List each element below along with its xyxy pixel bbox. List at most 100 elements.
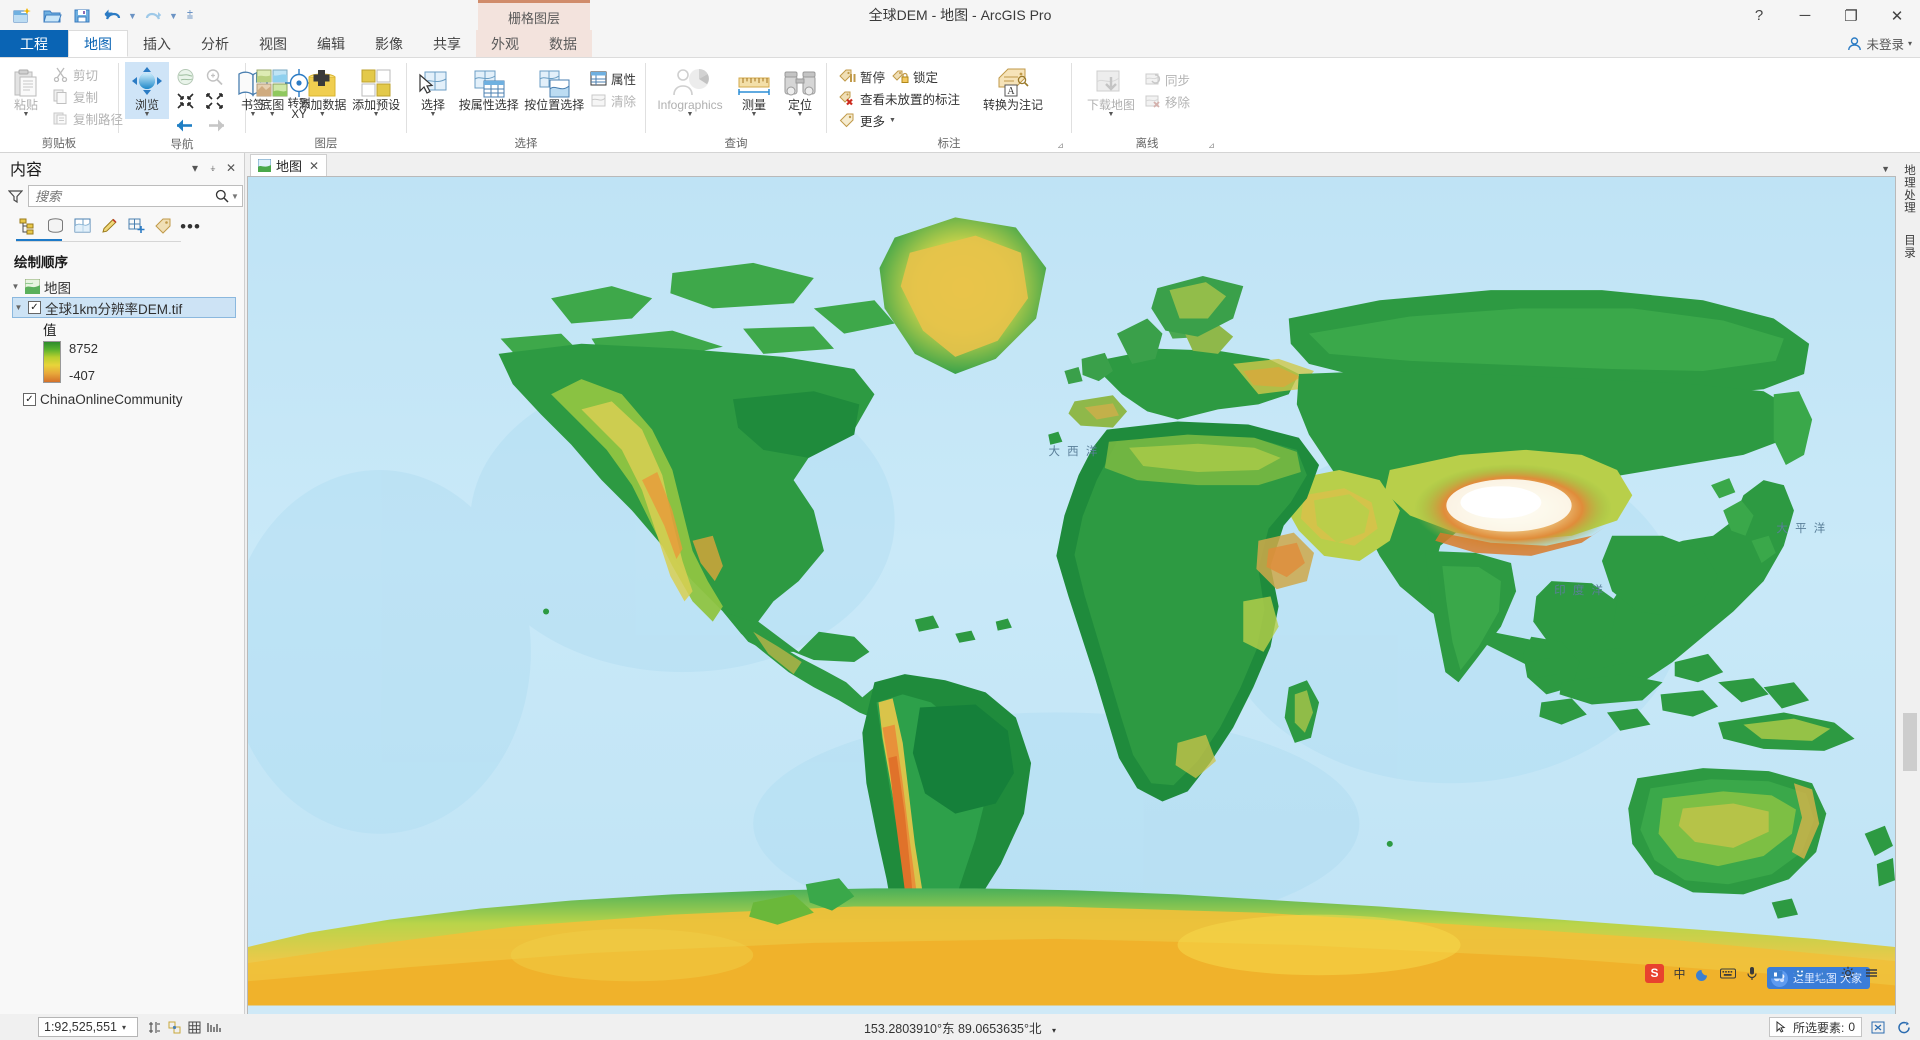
more-labeling-button[interactable]: 更多 ▼ [837,110,965,131]
snapping-icon[interactable] [166,1017,183,1037]
transform-icon[interactable] [206,1017,223,1037]
locate-caret-icon[interactable]: ▼ [797,111,804,119]
infographics-caret-icon[interactable]: ▼ [687,111,694,119]
minimize-button[interactable]: ─ [1782,0,1828,31]
next-extent-icon[interactable] [201,113,229,137]
help-button[interactable]: ? [1736,0,1782,31]
tab-share[interactable]: 共享 [418,30,476,57]
list-by-labeling-icon[interactable] [151,214,176,238]
grid-icon[interactable] [186,1017,203,1037]
select-caret-icon[interactable]: ▼ [430,111,437,119]
tab-data[interactable]: 数据 [534,30,592,57]
list-by-editing-icon[interactable] [97,214,122,238]
search-icon[interactable] [213,189,231,203]
tab-view[interactable]: 视图 [244,30,302,57]
locate-button[interactable]: 定位 ▼ [778,62,822,119]
filter-icon[interactable] [8,189,23,204]
dem-visibility-checkbox[interactable]: ✓ [28,301,41,314]
add-preset-caret-icon[interactable]: ▼ [373,111,380,119]
list-by-drawing-order-icon[interactable] [16,214,41,238]
menu-icon[interactable] [1863,967,1880,979]
basemap-caret-icon[interactable]: ▼ [269,111,276,119]
dem-expand-arrow-icon[interactable]: ▼ [13,303,24,312]
toc-layer-dem[interactable]: ▼ ✓ 全球1km分辨率DEM.tif [12,297,236,318]
select-icon[interactable] [146,1017,163,1037]
sogou-ime-icon[interactable]: S [1645,963,1664,983]
zoom-to-selection-icon[interactable] [201,65,229,89]
emoji-icon[interactable] [1791,966,1808,980]
copy-button[interactable]: 复制 [50,86,128,107]
tab-analysis[interactable]: 分析 [186,30,244,57]
map-view[interactable]: 大 西 洋 印 度 洋 大 平 洋 这里地图 大家 [247,176,1896,1014]
convert-to-annotation-button[interactable]: A 转换为注记 [979,62,1047,112]
redo-dropdown-icon[interactable]: ▼ [169,4,178,28]
search-options-caret-icon[interactable]: ▼ [231,192,239,201]
search-input[interactable] [35,188,213,204]
infographics-button[interactable]: Infographics ▼ [650,62,730,119]
moon-icon[interactable] [1695,966,1712,981]
add-data-caret-icon[interactable]: ▼ [319,111,326,119]
list-by-snapping-icon[interactable] [124,214,149,238]
tab-appearance[interactable]: 外观 [476,30,534,57]
clear-selection-icon[interactable] [1868,1017,1888,1037]
full-extent-icon[interactable] [172,65,200,89]
tab-edit[interactable]: 编辑 [302,30,360,57]
right-tab-geoprocessing[interactable]: 地理处理 [1899,161,1919,217]
clear-selection-button[interactable]: 清除 [588,90,641,111]
toc-layer-china-online[interactable]: ✓ ChinaOnlineCommunity [12,389,240,410]
maximize-button[interactable]: ❐ [1828,0,1874,31]
measure-caret-icon[interactable]: ▼ [751,111,758,119]
map-coordinates-caret-icon[interactable]: ▾ [1045,1026,1056,1035]
tab-project[interactable]: 工程 [0,30,68,57]
select-by-location-button[interactable]: 按位置选择 [522,62,585,112]
toolbox-icon[interactable] [1767,967,1784,980]
map-scale-control[interactable]: 1:92,525,551 ▾ [38,1017,138,1037]
pane-close-icon[interactable]: ✕ [222,158,240,178]
add-data-button[interactable]: 添加数据 ▼ [296,62,348,119]
ime-mode-label[interactable]: 中 [1671,965,1688,982]
remove-offline-button[interactable]: 移除 [1142,91,1195,112]
explore-button[interactable]: 浏览 ▼ [125,62,169,119]
map-vertical-scrollbar[interactable] [1903,713,1917,771]
download-map-button[interactable]: 下载地图 ▼ [1082,62,1140,119]
fixed-zoom-out-icon[interactable] [201,89,229,113]
china-online-visibility-checkbox[interactable]: ✓ [23,393,36,406]
tab-imagery[interactable]: 影像 [360,30,418,57]
lock-labeling-button[interactable]: 锁定 [890,66,943,87]
pane-menu-icon[interactable]: ▾ [186,158,204,178]
redo-icon[interactable] [139,4,167,28]
explore-caret-icon[interactable]: ▼ [144,111,151,119]
mic-icon[interactable] [1743,966,1760,981]
paste-button[interactable]: 粘贴 ▼ [4,62,48,119]
pause-labeling-button[interactable]: 暂停 [837,66,890,87]
measure-button[interactable]: 测量 ▼ [732,62,776,119]
open-project-icon[interactable] [38,4,66,28]
refresh-icon[interactable] [1894,1017,1914,1037]
view-tab-close-icon[interactable]: ✕ [309,159,319,173]
account-caret-icon[interactable]: ▾ [1908,39,1912,48]
attribute-table-button[interactable]: 属性 [588,68,641,89]
save-project-icon[interactable] [68,4,96,28]
right-tab-catalog[interactable]: 目录 [1899,231,1919,262]
basemap-button[interactable]: 底图 ▼ [250,62,294,119]
labeling-dialog-launcher-icon[interactable]: ⊿ [1056,138,1065,150]
cut-button[interactable]: 剪切 [50,64,128,85]
fixed-zoom-in-icon[interactable] [172,89,200,113]
paste-caret-icon[interactable]: ▼ [23,111,30,119]
previous-extent-icon[interactable] [171,113,199,137]
select-by-attributes-button[interactable]: 按属性选择 [457,62,520,112]
pane-pin-icon[interactable]: ⍖ [204,158,222,178]
settings-icon[interactable] [1839,966,1856,980]
view-unplaced-labels-button[interactable]: 查看未放置的标注 [837,88,965,109]
map-expand-arrow-icon[interactable]: ▼ [10,282,21,291]
keyboard-icon[interactable] [1719,967,1736,980]
view-tabs-overflow-icon[interactable]: ▼ [1881,164,1890,174]
customize-qat-icon[interactable]: ⩲ [180,4,200,28]
undo-icon[interactable] [98,4,126,28]
download-map-caret-icon[interactable]: ▼ [1108,111,1115,119]
account-status[interactable]: 未登录 ▾ [1847,34,1912,53]
search-box[interactable]: ▼ [28,185,243,207]
offline-dialog-launcher-icon[interactable]: ⊿ [1207,138,1216,150]
more-options-icon[interactable]: ••• [178,214,203,238]
add-preset-button[interactable]: 添加预设 ▼ [350,62,402,119]
